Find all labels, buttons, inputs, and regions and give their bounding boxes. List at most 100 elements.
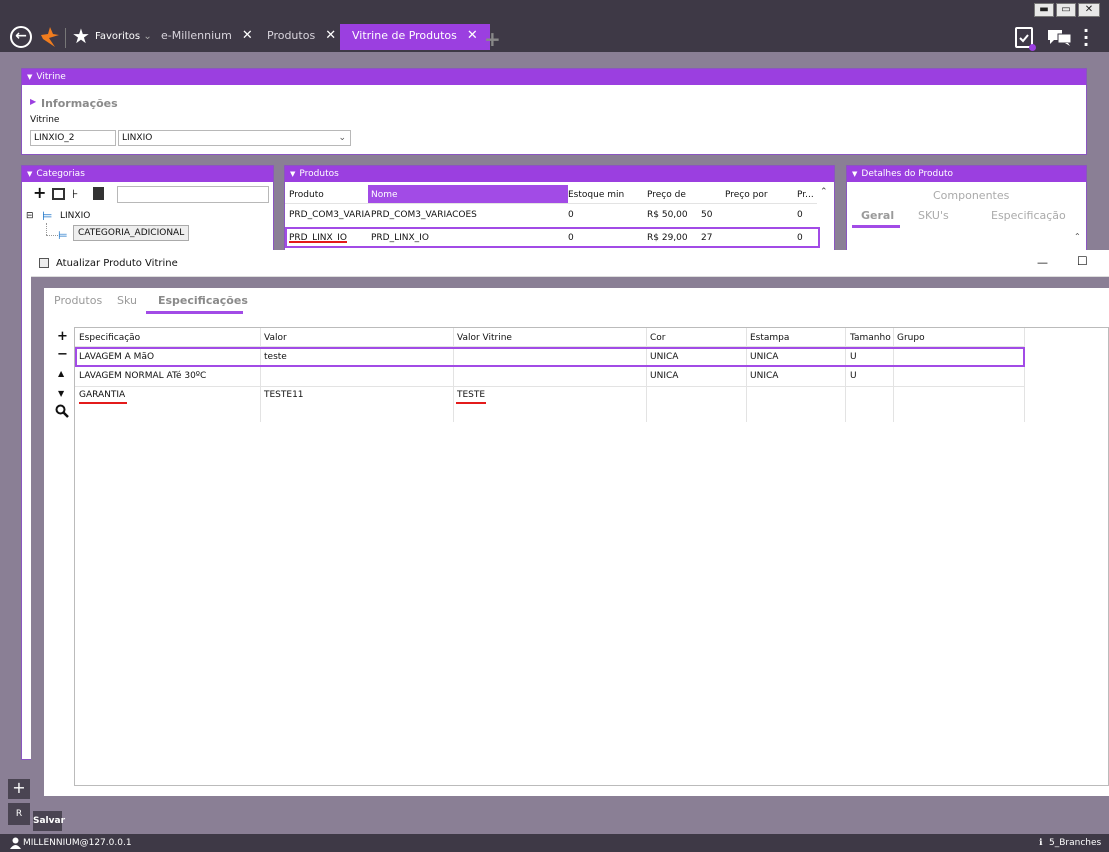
add-icon[interactable]: +: [8, 779, 30, 799]
table-cell[interactable]: 0: [568, 209, 574, 221]
informacoes-section-label[interactable]: Informações: [41, 97, 118, 110]
table-cell[interactable]: UNICA: [750, 370, 778, 382]
tab-produtos[interactable]: Produtos ✕: [267, 24, 336, 50]
add-row-button[interactable]: +: [57, 329, 68, 344]
window-close-button[interactable]: ✕: [1078, 3, 1100, 17]
dialog-maximize-button[interactable]: ☐: [1077, 254, 1088, 268]
window-minimize-button[interactable]: ▬: [1034, 3, 1054, 17]
vitrine-name-select[interactable]: LINXIO ⌄: [118, 130, 351, 146]
table-cell[interactable]: U: [850, 351, 857, 363]
tab-e-millennium[interactable]: e-Millennium ✕: [161, 24, 253, 50]
table-cell[interactable]: TESTE11: [264, 389, 304, 401]
vitrine-field-label: Vitrine: [30, 115, 60, 125]
tab-especificacao[interactable]: Especificação: [991, 209, 1066, 222]
tab-skus[interactable]: SKU's: [918, 209, 949, 222]
close-icon[interactable]: ✕: [242, 28, 253, 43]
window-maximize-button[interactable]: ▭: [1056, 3, 1076, 17]
side-button[interactable]: R: [8, 803, 30, 825]
column-header[interactable]: Preço por: [725, 189, 768, 201]
table-cell[interactable]: PRD_COM3_VARIA: [289, 209, 370, 221]
divider: [65, 28, 66, 48]
column-header[interactable]: Estampa: [750, 332, 789, 344]
star-icon[interactable]: ★: [72, 25, 90, 47]
close-icon[interactable]: ✕: [325, 28, 336, 43]
tree-icon: ⊨: [58, 229, 68, 242]
vitrine-code-input[interactable]: LINXIO_2: [30, 130, 116, 146]
add-icon[interactable]: +: [33, 185, 46, 201]
table-cell[interactable]: 0: [797, 232, 803, 244]
window-icon: [39, 258, 49, 268]
table-cell[interactable]: teste: [264, 351, 287, 363]
close-icon[interactable]: ✕: [467, 28, 478, 43]
scroll-up-icon[interactable]: ⌃: [820, 187, 828, 197]
table-cell[interactable]: 27: [701, 232, 712, 244]
expand-arrow-icon[interactable]: ▶: [30, 97, 36, 106]
produtos-panel: Produtos Produto Nome Estoque min Preço …: [284, 165, 835, 255]
back-arrow-icon[interactable]: ←: [10, 26, 32, 48]
tab-sku[interactable]: Sku: [117, 294, 137, 307]
table-cell[interactable]: 0: [797, 209, 803, 221]
more-options-icon[interactable]: · · ·: [1083, 23, 1089, 53]
column-highlight: [368, 185, 568, 203]
logo-icon: [40, 26, 60, 48]
tree-node-icon[interactable]: ⊦: [72, 187, 78, 201]
tab-componentes[interactable]: Componentes: [933, 189, 1009, 202]
column-header[interactable]: Estoque min: [568, 189, 624, 201]
tab-vitrine-de-produtos[interactable]: Vitrine de Produtos ✕: [340, 24, 490, 50]
search-icon[interactable]: [55, 404, 69, 418]
chevron-down-icon[interactable]: ⌄: [338, 131, 346, 145]
add-list-icon[interactable]: [52, 188, 65, 200]
table-cell[interactable]: GARANTIA: [79, 389, 125, 401]
produtos-panel-header[interactable]: Produtos: [285, 166, 834, 182]
info-icon: ℹ: [1039, 838, 1043, 848]
column-header[interactable]: Valor Vitrine: [457, 332, 512, 344]
categorias-search-input[interactable]: [117, 186, 269, 203]
table-cell[interactable]: LAVAGEM NORMAL ATé 30ºC: [79, 370, 206, 382]
table-cell[interactable]: UNICA: [750, 351, 778, 363]
tree-root-label[interactable]: LINXIO: [60, 211, 90, 221]
tree-line: [46, 235, 58, 236]
dialog-minimize-button[interactable]: —: [1037, 256, 1048, 269]
chat-icon[interactable]: [1048, 30, 1072, 46]
table-cell[interactable]: TESTE: [457, 389, 485, 401]
table-cell[interactable]: R$ 50,00: [647, 209, 688, 221]
table-cell[interactable]: R$ 29,00: [647, 232, 688, 244]
active-tab-indicator: [146, 311, 243, 314]
column-header[interactable]: Grupo: [897, 332, 925, 344]
tab-geral[interactable]: Geral: [861, 209, 894, 222]
tab-especificacoes[interactable]: Especificações: [158, 294, 248, 307]
categorias-panel-header[interactable]: Categorias: [22, 166, 273, 182]
scroll-up-icon[interactable]: ⌃: [1074, 232, 1084, 246]
column-header[interactable]: Especificação: [79, 332, 140, 344]
remove-row-button[interactable]: −: [57, 347, 68, 362]
column-header[interactable]: Cor: [650, 332, 666, 344]
vitrine-panel-header[interactable]: Vitrine: [22, 69, 1086, 85]
move-down-button[interactable]: ▼: [58, 389, 64, 398]
column-header[interactable]: Produto: [289, 189, 324, 201]
table-cell[interactable]: UNICA: [650, 370, 678, 382]
move-up-button[interactable]: ▲: [58, 369, 64, 378]
table-cell[interactable]: 0: [568, 232, 574, 244]
table-cell[interactable]: U: [850, 370, 857, 382]
column-header[interactable]: Preço de: [647, 189, 686, 201]
tree-icon: ⊨: [42, 209, 53, 223]
column-header[interactable]: Valor: [264, 332, 287, 344]
clipboard-check-icon[interactable]: [1015, 27, 1036, 51]
add-tab-button[interactable]: +: [484, 28, 501, 50]
column-header[interactable]: Pr...: [797, 189, 814, 201]
tree-collapse-icon[interactable]: ⊟: [26, 211, 34, 221]
tree-child-item[interactable]: CATEGORIA_ADICIONAL: [73, 225, 190, 241]
favoritos-menu[interactable]: Favoritos ⌄: [95, 31, 152, 42]
detalhes-panel-header[interactable]: Detalhes do Produto: [847, 166, 1086, 182]
column-header[interactable]: Tamanho: [850, 332, 891, 344]
table-cell[interactable]: LAVAGEM A MãO: [79, 351, 154, 363]
tab-produtos[interactable]: Produtos: [54, 294, 102, 307]
active-tab-indicator: [852, 225, 900, 228]
table-cell[interactable]: PRD_LINX_IO: [371, 232, 429, 244]
table-cell[interactable]: 50: [701, 209, 712, 221]
save-button[interactable]: Salvar: [33, 811, 65, 831]
trash-icon[interactable]: [93, 187, 104, 200]
table-cell[interactable]: PRD_COM3_VARIACOES: [371, 209, 477, 221]
table-cell[interactable]: UNICA: [650, 351, 678, 363]
column-header[interactable]: Nome: [371, 189, 398, 201]
